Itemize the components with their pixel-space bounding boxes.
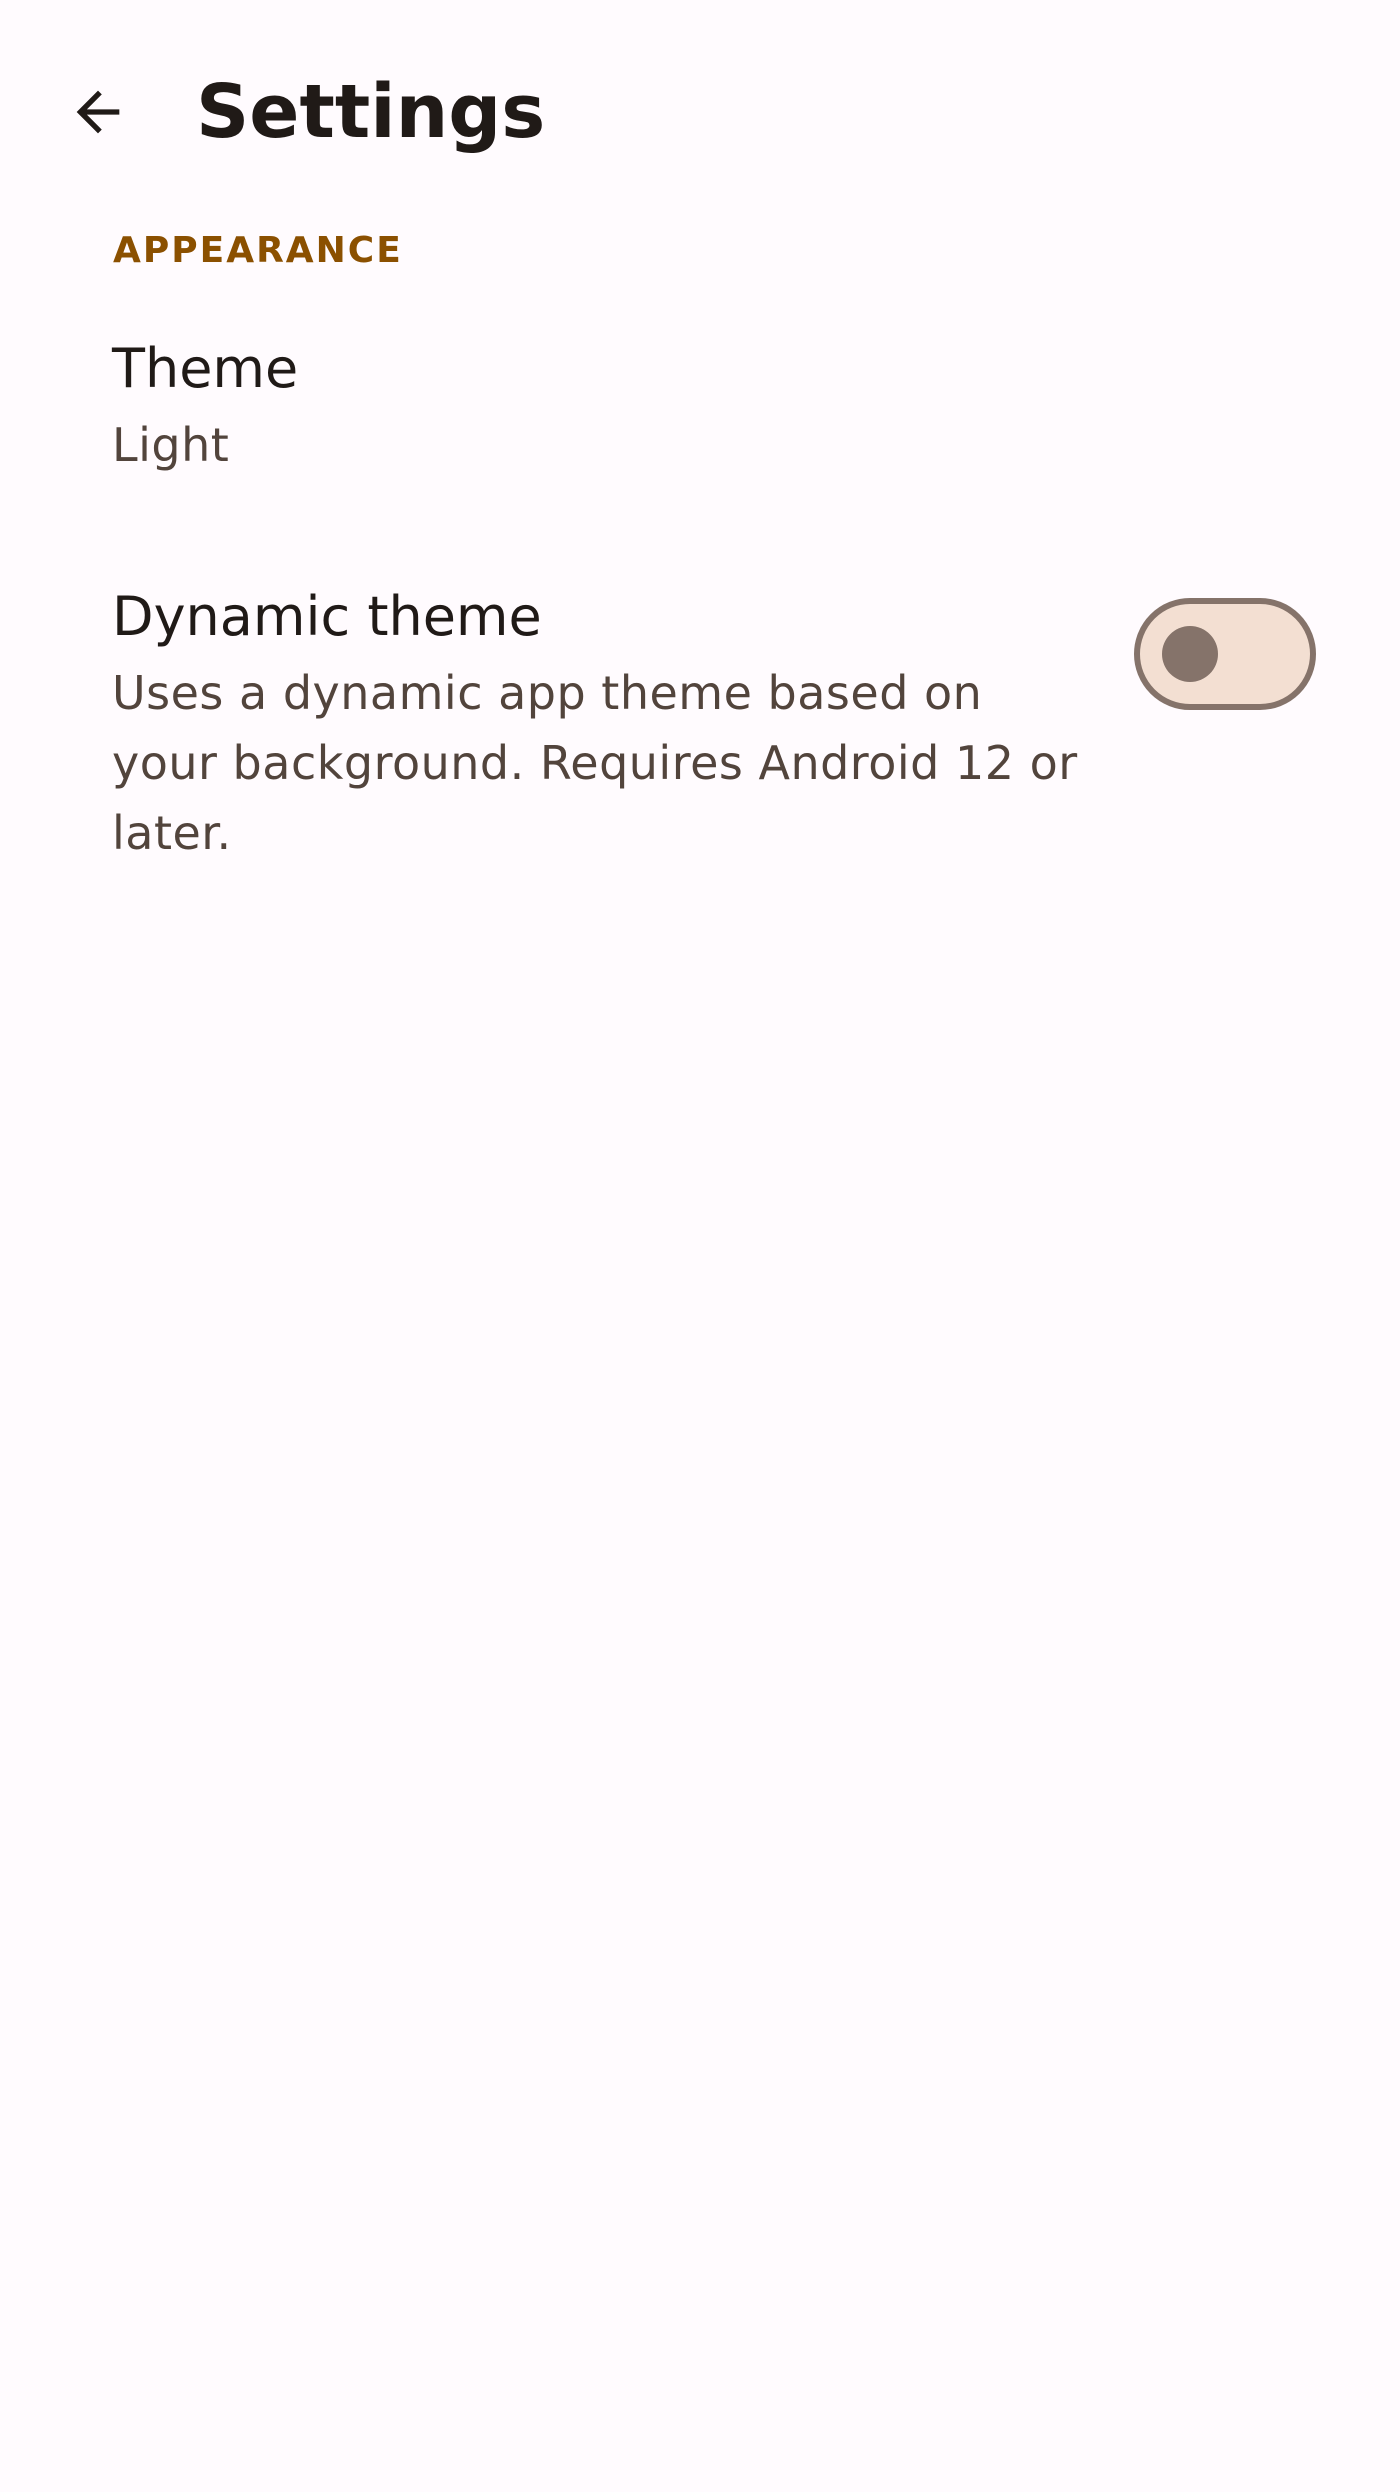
switch-thumb xyxy=(1162,626,1218,682)
back-button[interactable] xyxy=(48,62,148,162)
theme-title: Theme xyxy=(112,337,299,400)
theme-value: Light xyxy=(112,418,230,472)
dynamic-theme-switch[interactable] xyxy=(1134,598,1316,710)
page-title: Settings xyxy=(196,69,546,155)
arrow-back-icon xyxy=(76,90,120,134)
section-header-appearance: APPEARANCE xyxy=(113,230,403,271)
dynamic-theme-title: Dynamic theme xyxy=(112,585,542,648)
top-app-bar: Settings xyxy=(0,0,1400,224)
theme-preference[interactable]: Theme Light xyxy=(0,320,1400,496)
dynamic-theme-description: Uses a dynamic app theme based on your b… xyxy=(112,666,1078,860)
